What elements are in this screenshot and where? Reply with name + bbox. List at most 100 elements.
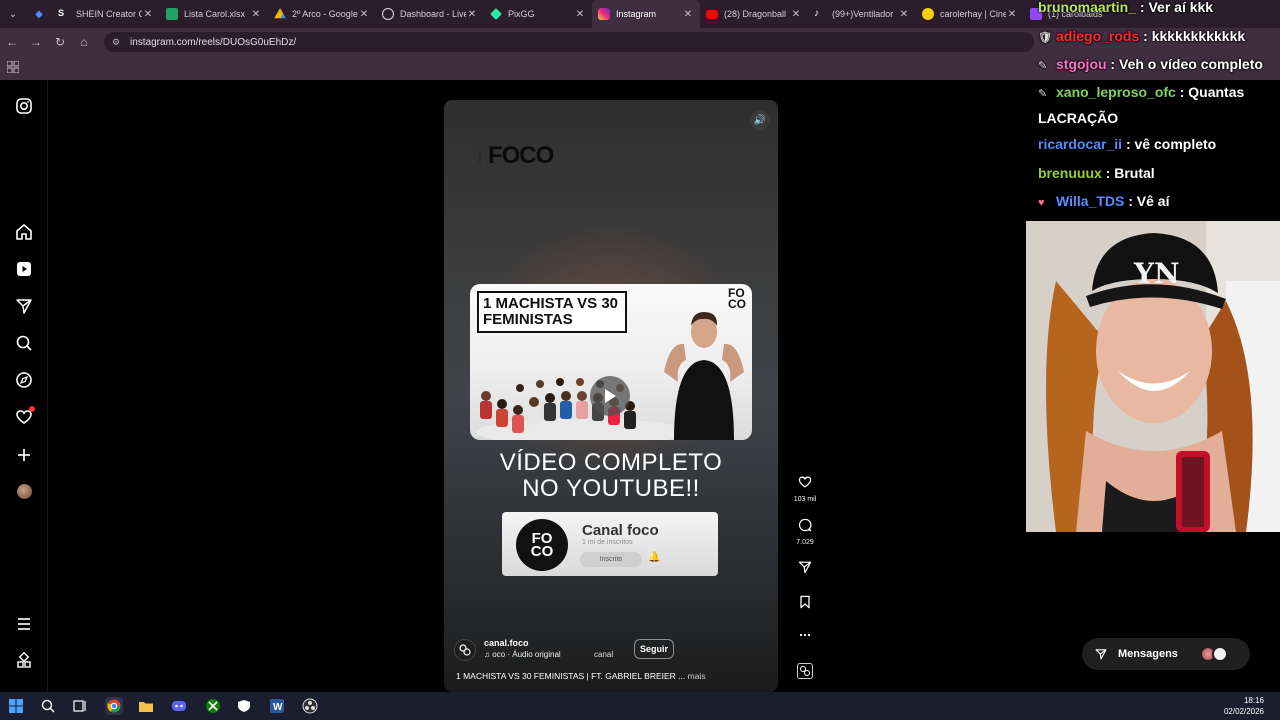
close-icon[interactable]: ✕ [898,9,910,20]
svg-text:YN: YN [1133,257,1180,290]
author-username[interactable]: canal.foco [484,638,529,648]
create-plus-icon[interactable] [14,445,34,465]
tiktok-icon: ♪ [814,8,819,19]
tab-tiktok-ventilador[interactable]: ♪ (99+)Ventilador ✕ [808,0,916,28]
volume-icon[interactable]: 🔊 [750,110,770,130]
comment-count: 7.029 [796,539,814,546]
chat-username: adiego_rods [1056,28,1140,44]
save-button[interactable] [795,594,815,615]
tab-search-button[interactable]: ⌄ [0,0,26,28]
task-view-icon[interactable] [71,697,89,715]
avatar [1212,646,1228,662]
reel-caption[interactable]: 1 MACHISTA VS 30 FEMINISTAS | FT. GABRIE… [456,671,706,681]
instagram-logo-icon[interactable] [14,96,34,116]
obs-icon[interactable] [301,697,319,715]
pinned-tab[interactable]: ◆ [26,0,52,28]
audio-track-thumbnail[interactable] [797,663,813,679]
chat-username: brunomaartin_ [1038,0,1137,15]
presenter-image [664,312,744,440]
also-from-meta-icon[interactable] [14,651,34,671]
discord-icon[interactable] [170,697,188,715]
close-icon[interactable]: ✕ [682,9,694,20]
more-options-button[interactable] [795,627,815,648]
address-bar[interactable]: ⚙ instagram.com/reels/DUOsG0uEhDz/ [104,32,1034,52]
direct-messages-icon[interactable] [14,296,34,316]
tab-label: Lista Carol.xlsx [184,9,246,19]
messages-button[interactable]: Mensagens [1082,638,1250,670]
heart-badge-icon: ♥ [1038,197,1045,209]
send-icon [1095,649,1107,660]
tab-lista-carol[interactable]: Lista Carol.xlsx ✕ [160,0,268,28]
follow-button[interactable]: Seguir [634,639,674,659]
original-audio-link[interactable]: ♫ oco · Áudio original [484,650,561,659]
clock-time: 18:16 [1243,696,1264,705]
messages-label: Mensagens [1118,648,1178,660]
tab-label: (28) Dragonball [724,9,787,19]
apps-grid-icon[interactable] [7,61,19,73]
reload-button[interactable]: ↻ [48,28,72,56]
tab-carolerhay[interactable]: carolerhay | Cine ✕ [916,0,1024,28]
tab-pixgg[interactable]: PixGG ✕ [484,0,592,28]
tab-shein[interactable]: S SHEIN Creator C ✕ [52,0,160,28]
close-icon[interactable]: ✕ [250,9,262,20]
author-avatar[interactable] [454,639,476,661]
tab-label: SHEIN Creator C [76,9,142,19]
close-icon[interactable]: ✕ [466,9,478,20]
more-link[interactable]: mais [688,671,706,681]
menu-icon[interactable] [14,614,34,634]
audio-ticker: canal [594,650,614,659]
word-icon[interactable]: W [268,697,286,715]
chrome-icon[interactable] [105,697,123,715]
close-icon[interactable]: ✕ [1006,9,1018,20]
tab-label: Instagram [616,9,657,19]
play-button[interactable] [590,376,630,416]
windows-start-icon[interactable] [7,697,25,715]
tab-google-drive[interactable]: 2º Arco - Google ✕ [268,0,376,28]
close-icon[interactable]: ✕ [142,9,154,20]
streamer-image: YN [1026,221,1280,532]
tab-label: carolerhay | Cine [940,9,1006,19]
reels-icon[interactable] [14,259,34,279]
xbox-icon[interactable] [204,697,222,715]
tab-dashboard-live[interactable]: Dashboard - Live ✕ [376,0,484,28]
audio-avatar-icon [800,666,810,676]
reel-author-row: canal.foco ♫ oco · Áudio original canal … [454,637,774,663]
like-button[interactable]: 103 mil [794,474,816,503]
close-icon[interactable]: ✕ [790,9,802,20]
tab-label: PixGG [508,9,535,19]
close-icon[interactable]: ✕ [574,9,586,20]
system-clock[interactable]: 18:16 02/02/2026 [1224,695,1264,717]
streamer-webcam: YN [1026,221,1280,532]
search-icon[interactable] [14,333,34,353]
security-shield-icon[interactable] [235,697,253,715]
instagram-sidebar [0,80,48,692]
file-explorer-icon[interactable] [137,697,155,715]
close-icon[interactable]: ✕ [358,9,370,20]
tab-instagram[interactable]: Instagram ✕ [592,0,700,28]
pixgg-icon [490,8,502,20]
search-icon[interactable] [39,697,57,715]
instagram-icon [598,8,610,20]
canal-foco-avatar-icon [459,644,471,656]
back-button[interactable]: ← [0,28,24,56]
share-button[interactable] [795,559,815,580]
like-count: 103 mil [793,496,817,503]
chat-message: ♥ Willa_TDS : Vê aí [1038,189,1280,215]
excel-icon [166,8,178,20]
home-icon[interactable] [14,222,34,242]
tab-youtube-dragonball[interactable]: (28) Dragonball ✕ [700,0,808,28]
site-info-icon[interactable]: ⚙ [112,37,124,48]
play-icon [605,389,616,403]
tab-label: Dashboard - Live [400,9,466,19]
youtube-thumbnail: 1 MACHISTA VS 30 FEMINISTAS FO CO [470,284,752,440]
explore-icon[interactable] [14,370,34,390]
message-avatars [1200,646,1230,662]
reel-video[interactable]: 🔊 canalFOCO 1 MACHISTA VS 30 FEMINISTAS [444,100,778,692]
chat-username: brenuuux [1038,165,1102,181]
comment-button[interactable]: 7.029 [795,517,815,546]
subscribed-button: Inscrito [580,552,642,567]
forward-button[interactable]: → [24,28,48,56]
profile-avatar[interactable] [17,484,32,499]
home-button[interactable]: ⌂ [72,28,96,56]
notifications-heart-icon[interactable] [14,406,35,427]
